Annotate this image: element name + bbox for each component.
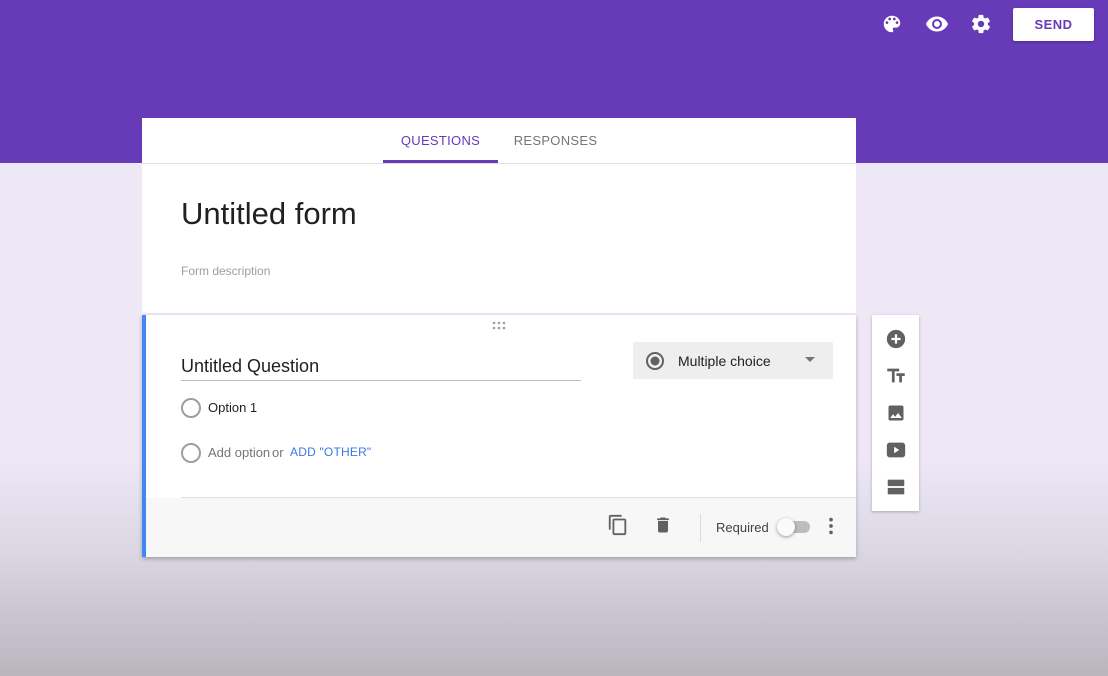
title-text-icon[interactable] xyxy=(884,364,908,388)
question-title-input[interactable]: Untitled Question xyxy=(181,356,581,381)
video-icon[interactable] xyxy=(884,438,908,462)
active-tab-indicator xyxy=(383,160,498,163)
image-icon[interactable] xyxy=(884,401,908,425)
more-vert-icon[interactable] xyxy=(819,514,843,538)
add-question-icon[interactable] xyxy=(884,327,908,351)
radio-button-icon xyxy=(645,351,665,371)
form-title[interactable]: Untitled form xyxy=(181,196,357,232)
question-type-label: Multiple choice xyxy=(678,353,771,369)
footer-vertical-divider xyxy=(700,514,701,542)
tab-responses[interactable]: RESPONSES xyxy=(498,118,613,163)
tabs-bar: QUESTIONS RESPONSES xyxy=(142,118,856,164)
add-option-radio xyxy=(181,443,201,463)
question-type-dropdown[interactable]: Multiple choice xyxy=(633,342,833,379)
eye-icon[interactable] xyxy=(925,12,949,36)
question-card[interactable]: Untitled Question Multiple choice Option… xyxy=(142,315,856,557)
required-label: Required xyxy=(716,520,769,535)
chevron-down-icon xyxy=(805,357,815,362)
add-option-link[interactable]: Add option xyxy=(208,445,270,460)
section-icon[interactable] xyxy=(884,475,908,499)
add-other-link[interactable]: ADD "OTHER" xyxy=(290,445,371,459)
drag-handle-icon[interactable] xyxy=(491,319,507,331)
option-label[interactable]: Option 1 xyxy=(208,400,257,415)
option-radio xyxy=(181,398,201,418)
form-header-card: Untitled form Form description xyxy=(142,164,856,313)
palette-icon[interactable] xyxy=(880,12,904,36)
trash-icon[interactable] xyxy=(651,513,675,537)
duplicate-icon[interactable] xyxy=(606,513,630,537)
or-text: or xyxy=(272,445,284,460)
toggle-thumb xyxy=(777,518,795,536)
form-description-field[interactable]: Form description xyxy=(181,264,270,278)
required-toggle[interactable] xyxy=(777,518,810,536)
gear-icon[interactable] xyxy=(969,12,993,36)
tab-questions[interactable]: QUESTIONS xyxy=(383,118,498,163)
side-toolbar xyxy=(872,315,919,511)
send-button[interactable]: SEND xyxy=(1013,8,1094,41)
